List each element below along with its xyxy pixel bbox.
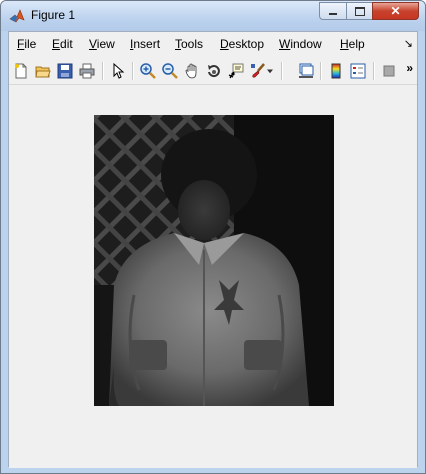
figure-toolbar: » [9, 58, 417, 85]
client-area: File Edit View Insert Tools Desktop Wind… [8, 31, 418, 468]
menu-window[interactable]: Window [279, 37, 322, 51]
toolbar-separator [373, 62, 375, 80]
save-icon[interactable] [55, 61, 75, 81]
legend-icon[interactable] [348, 61, 368, 81]
menu-desktop[interactable]: Desktop [220, 37, 264, 51]
brush-dropdown-icon[interactable] [264, 61, 276, 81]
toolbar-separator [320, 62, 322, 80]
new-figure-icon[interactable] [11, 61, 31, 81]
colorbar-icon[interactable] [326, 61, 346, 81]
title-bar[interactable]: Figure 1 ✕ [1, 1, 425, 31]
figure-canvas [9, 85, 417, 468]
toolbar-separator [281, 62, 283, 80]
figure-window: Figure 1 ✕ File Edit View Insert Tools D… [0, 0, 426, 474]
pan-icon[interactable] [182, 61, 202, 81]
dock-arrow-icon[interactable]: ↘ [404, 37, 413, 50]
rotate-3d-icon[interactable] [204, 61, 224, 81]
open-file-icon[interactable] [33, 61, 53, 81]
menu-help[interactable]: Help [340, 37, 365, 51]
grayscale-image[interactable] [94, 115, 334, 406]
toolbar-overflow-icon[interactable]: » [406, 61, 413, 75]
matlab-icon [9, 8, 25, 24]
toolbar-separator [132, 62, 134, 80]
menu-view[interactable]: View [89, 37, 115, 51]
minimize-button[interactable] [319, 2, 346, 20]
menu-file[interactable]: File [17, 37, 36, 51]
menu-tools[interactable]: Tools [175, 37, 203, 51]
zoom-in-icon[interactable] [138, 61, 158, 81]
data-cursor-icon[interactable] [226, 61, 246, 81]
window-title: Figure 1 [31, 8, 76, 22]
menu-insert[interactable]: Insert [130, 37, 160, 51]
maximize-button[interactable] [346, 2, 372, 20]
minimize-icon [329, 13, 337, 15]
zoom-out-icon[interactable] [160, 61, 180, 81]
maximize-icon [354, 6, 365, 16]
link-plot-icon[interactable] [296, 61, 316, 81]
close-button[interactable]: ✕ [372, 2, 419, 20]
close-icon: ✕ [390, 4, 401, 18]
menu-edit[interactable]: Edit [52, 37, 73, 51]
window-controls: ✕ [319, 2, 419, 22]
print-icon[interactable] [77, 61, 97, 81]
menu-bar: File Edit View Insert Tools Desktop Wind… [9, 32, 417, 57]
toolbar-separator [102, 62, 104, 80]
edit-plot-icon[interactable] [108, 61, 128, 81]
image-content [94, 115, 334, 406]
plot-tools-icon[interactable] [379, 61, 399, 81]
